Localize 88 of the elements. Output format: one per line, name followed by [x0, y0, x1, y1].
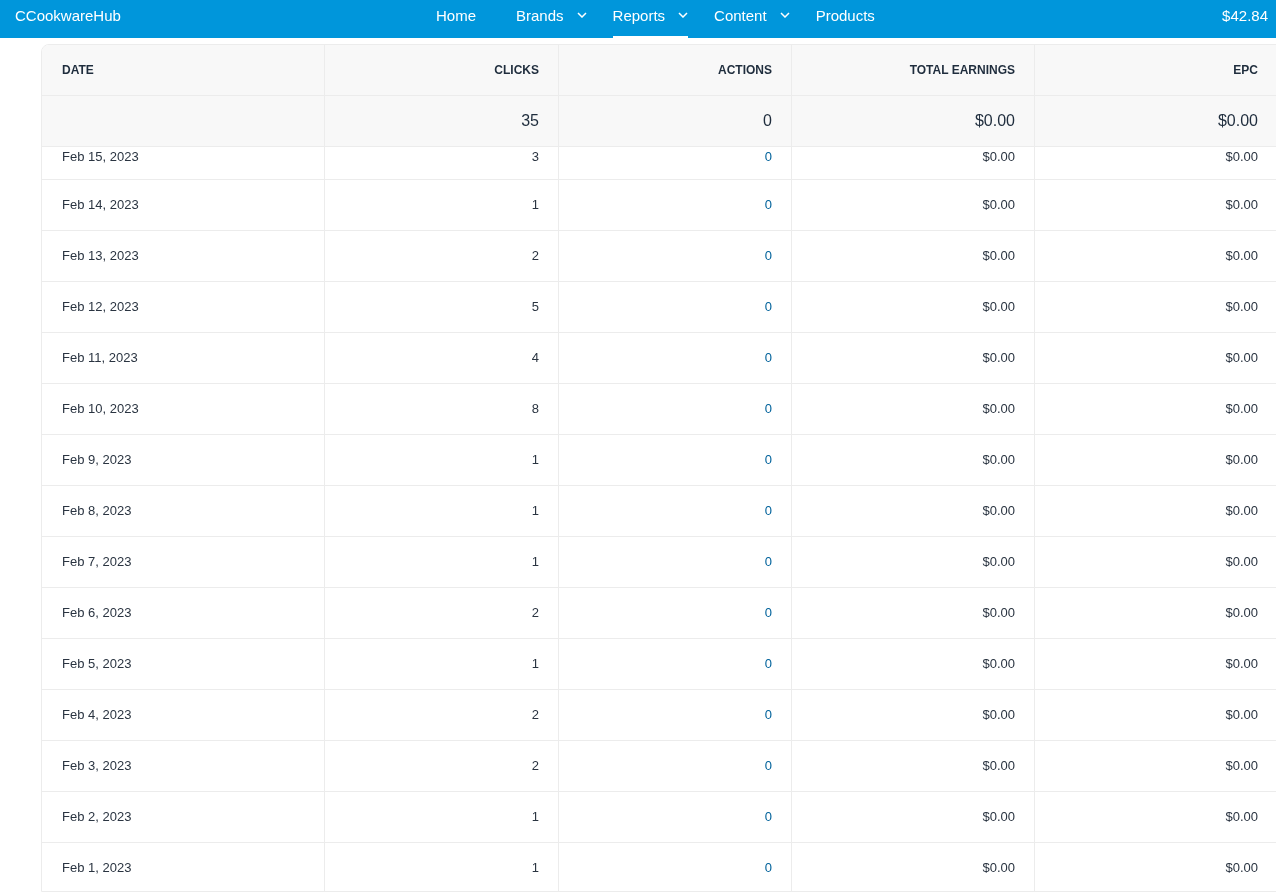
table-cell-text: 1	[531, 502, 539, 521]
table-cell-text: 1	[531, 553, 539, 572]
table-cell-text: Feb 7, 2023	[62, 553, 132, 572]
total-cell-text: $0.00	[1217, 111, 1258, 131]
table-cell[interactable]: 0	[764, 195, 772, 215]
table-cell-text: 1	[531, 859, 539, 878]
table-cell-text: $0.00	[1225, 451, 1258, 470]
table-cell-text: $0.00	[982, 502, 1015, 521]
table-cell-text: Feb 1, 2023	[62, 859, 132, 878]
table-cell-text: $0.00	[1225, 859, 1258, 878]
table-cell-text: $0.00	[982, 655, 1015, 674]
table-cell-text: $0.00	[982, 298, 1015, 317]
table-cell-text: Feb 15, 2023	[62, 148, 139, 166]
table-cell[interactable]: 0	[764, 450, 772, 470]
table-cell-text: Feb 3, 2023	[62, 757, 132, 776]
table-cell-text: $0.00	[1225, 502, 1258, 521]
table-cell-text: 8	[531, 400, 539, 419]
table-cell[interactable]: 0	[764, 501, 772, 521]
table-cell[interactable]: 0	[764, 705, 772, 725]
total-cell-text: $0.00	[974, 111, 1015, 131]
caret-icon	[779, 12, 790, 18]
table-cell-text: Feb 6, 2023	[62, 604, 132, 623]
table-cell-text: 3	[531, 148, 539, 166]
balance-amount: $42.84	[1222, 6, 1268, 26]
table-cell-text: $0.00	[982, 451, 1015, 470]
table-cell[interactable]: 0	[764, 756, 772, 776]
table-cell-text: $0.00	[1225, 757, 1258, 776]
table-cell-text: Feb 8, 2023	[62, 502, 132, 521]
total-cell-text: 0	[763, 111, 772, 131]
table-cell-text: $0.00	[1225, 148, 1258, 166]
caret-icon	[576, 12, 587, 18]
table-cell-text: $0.00	[982, 148, 1015, 166]
table-cell-text: $0.00	[1225, 553, 1258, 572]
table-cell-text: $0.00	[982, 604, 1015, 623]
table-cell-text: 2	[531, 757, 539, 776]
table-cell-text: $0.00	[982, 349, 1015, 368]
table-cell-text: $0.00	[1225, 706, 1258, 725]
table-cell-text: 2	[531, 247, 539, 266]
table-cell[interactable]: 0	[764, 807, 772, 827]
table-cell-text: $0.00	[982, 196, 1015, 215]
table-cell-text: Feb 14, 2023	[62, 196, 139, 215]
table-cell-text: Feb 4, 2023	[62, 706, 132, 725]
table-cell-text: $0.00	[982, 400, 1015, 419]
table-cell-text: $0.00	[1225, 400, 1258, 419]
table-cell-text: 5	[531, 298, 539, 317]
table-cell-text: $0.00	[1225, 247, 1258, 266]
table-cell-text: $0.00	[982, 553, 1015, 572]
table-cell[interactable]: 0	[764, 858, 772, 878]
table-cell[interactable]: 0	[764, 399, 772, 419]
table-cell[interactable]: 0	[764, 603, 772, 623]
table-cell-text: 1	[531, 196, 539, 215]
table-cell-text: $0.00	[1225, 604, 1258, 623]
table-cell-text: $0.00	[1225, 196, 1258, 215]
table-cell-text: $0.00	[982, 757, 1015, 776]
table-cell[interactable]: 0	[764, 348, 772, 368]
table-cell-text: $0.00	[1225, 808, 1258, 827]
caret-icon	[678, 12, 689, 18]
table-cell-text: $0.00	[982, 706, 1015, 725]
table-cell[interactable]: 0	[764, 297, 772, 317]
table-cell-text: Feb 9, 2023	[62, 451, 132, 470]
table-cell-text: $0.00	[1225, 349, 1258, 368]
table-cell-text: $0.00	[982, 247, 1015, 266]
table-cell-text: 1	[531, 451, 539, 470]
table-cell-text: Feb 5, 2023	[62, 655, 132, 674]
table-cell-text: Feb 2, 2023	[62, 808, 132, 827]
total-cell-text: 35	[521, 111, 539, 131]
table-cell[interactable]: 0	[764, 552, 772, 572]
table-cell-text: Feb 13, 2023	[62, 247, 139, 266]
table-cell-text: 2	[531, 706, 539, 725]
column-header[interactable]: TOTAL EARNINGS	[909, 61, 1015, 79]
table-cell-text: $0.00	[982, 808, 1015, 827]
table-cell-text: 4	[531, 349, 539, 368]
table-cell-text: 1	[531, 655, 539, 674]
table-cell-text: $0.00	[1225, 298, 1258, 317]
table-cell[interactable]: 0	[764, 147, 772, 167]
table-cell[interactable]: 0	[764, 246, 772, 266]
table-cell-text: Feb 10, 2023	[62, 400, 139, 419]
table-cell-text: Feb 11, 2023	[62, 349, 138, 368]
column-header[interactable]: DATE	[62, 61, 94, 79]
column-header[interactable]: EPC	[1233, 61, 1258, 79]
column-header[interactable]: CLICKS	[494, 61, 539, 79]
table-cell[interactable]: 0	[764, 654, 772, 674]
column-header[interactable]: ACTIONS	[718, 61, 772, 79]
table-cell-text: $0.00	[1225, 655, 1258, 674]
table-cell-text: 2	[531, 604, 539, 623]
table-cell-text: 1	[531, 808, 539, 827]
table-cell-text: Feb 12, 2023	[62, 298, 139, 317]
table-cell-text: $0.00	[982, 859, 1015, 878]
